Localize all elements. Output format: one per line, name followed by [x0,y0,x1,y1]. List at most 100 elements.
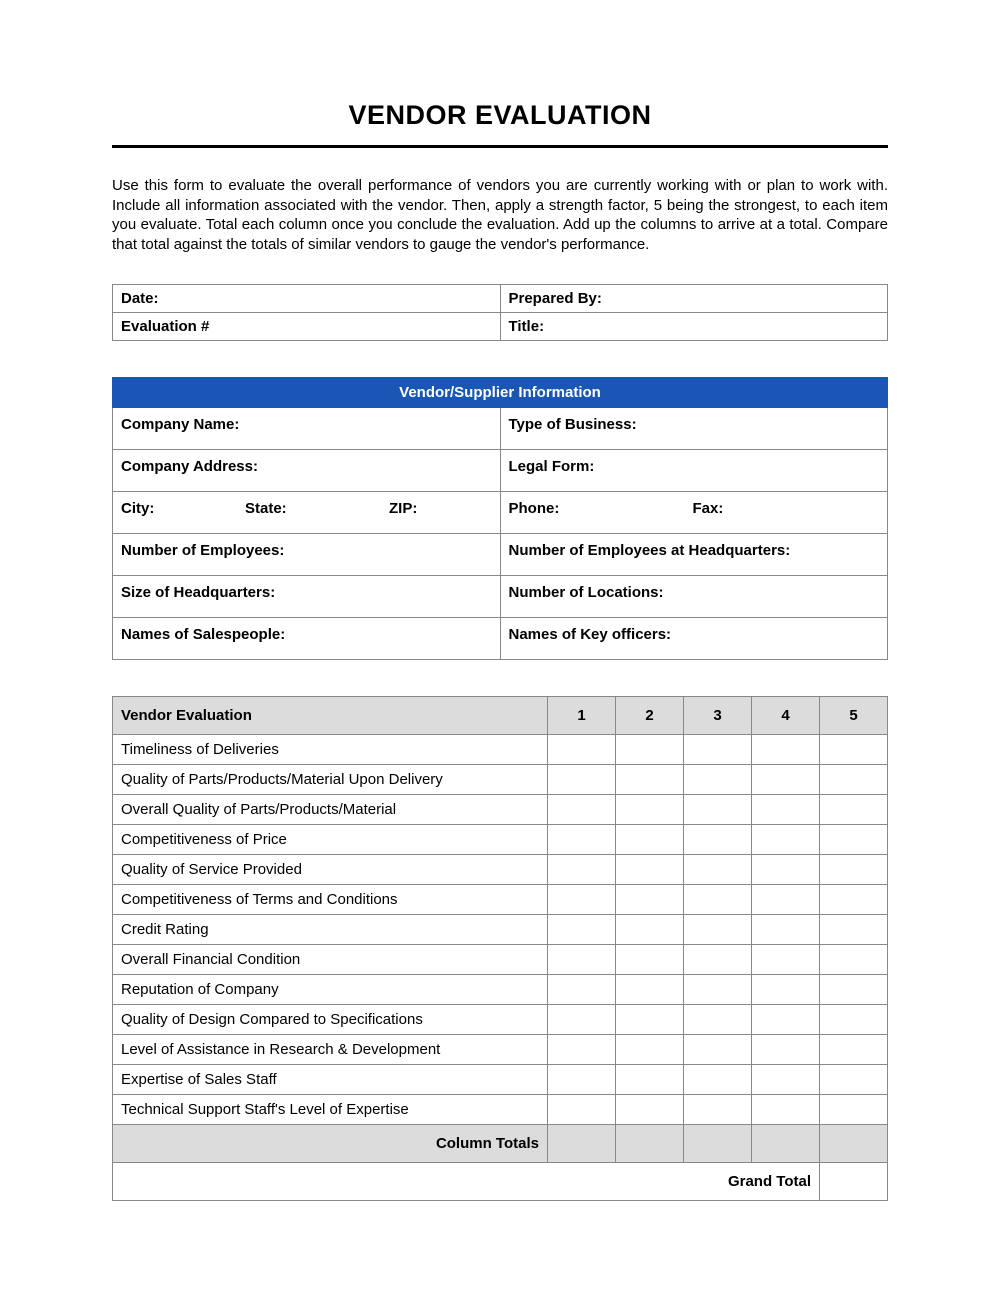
eval-score-cell[interactable] [684,735,752,765]
eval-score-cell[interactable] [548,945,616,975]
column-total-3[interactable] [684,1125,752,1163]
eval-score-cell[interactable] [820,915,888,945]
eval-score-cell[interactable] [820,855,888,885]
eval-score-cell[interactable] [820,735,888,765]
eval-score-cell[interactable] [752,855,820,885]
eval-col-1: 1 [548,697,616,735]
table-row: Level of Assistance in Research & Develo… [113,1035,888,1065]
eval-score-cell[interactable] [752,735,820,765]
eval-score-cell[interactable] [548,855,616,885]
city-field[interactable]: City: [121,500,221,517]
eval-score-cell[interactable] [684,915,752,945]
eval-score-cell[interactable] [616,885,684,915]
num-employees-field[interactable]: Number of Employees: [113,534,501,576]
eval-score-cell[interactable] [752,1005,820,1035]
column-total-4[interactable] [752,1125,820,1163]
column-total-1[interactable] [548,1125,616,1163]
num-locations-field[interactable]: Number of Locations: [500,576,888,618]
eval-score-cell[interactable] [548,975,616,1005]
eval-criterion: Reputation of Company [113,975,548,1005]
eval-score-cell[interactable] [684,1005,752,1035]
eval-score-cell[interactable] [684,1095,752,1125]
eval-score-cell[interactable] [752,1035,820,1065]
eval-score-cell[interactable] [616,1005,684,1035]
eval-score-cell[interactable] [616,735,684,765]
eval-score-cell[interactable] [548,1095,616,1125]
eval-score-cell[interactable] [684,1065,752,1095]
eval-score-cell[interactable] [820,825,888,855]
legal-form-field[interactable]: Legal Form: [500,450,888,492]
eval-score-cell[interactable] [616,915,684,945]
eval-score-cell[interactable] [684,975,752,1005]
eval-score-cell[interactable] [684,855,752,885]
eval-score-cell[interactable] [820,1035,888,1065]
eval-score-cell[interactable] [616,1035,684,1065]
evaluation-number-field[interactable]: Evaluation # [113,313,501,341]
eval-score-cell[interactable] [752,975,820,1005]
eval-col-4: 4 [752,697,820,735]
eval-score-cell[interactable] [820,1065,888,1095]
eval-score-cell[interactable] [548,795,616,825]
eval-score-cell[interactable] [820,765,888,795]
eval-score-cell[interactable] [752,825,820,855]
num-employees-hq-field[interactable]: Number of Employees at Headquarters: [500,534,888,576]
eval-score-cell[interactable] [752,885,820,915]
eval-score-cell[interactable] [820,1005,888,1035]
eval-score-cell[interactable] [684,885,752,915]
eval-score-cell[interactable] [752,1065,820,1095]
phone-field[interactable]: Phone: [509,500,669,517]
eval-score-cell[interactable] [820,795,888,825]
salespeople-field[interactable]: Names of Salespeople: [113,618,501,660]
eval-score-cell[interactable] [752,915,820,945]
eval-score-cell[interactable] [752,945,820,975]
table-row: Quality of Service Provided [113,855,888,885]
eval-score-cell[interactable] [684,795,752,825]
size-hq-field[interactable]: Size of Headquarters: [113,576,501,618]
eval-score-cell[interactable] [616,945,684,975]
eval-score-cell[interactable] [548,1005,616,1035]
fax-field[interactable]: Fax: [693,500,724,517]
prepared-by-field[interactable]: Prepared By: [500,285,888,313]
state-field[interactable]: State: [245,500,365,517]
eval-score-cell[interactable] [684,945,752,975]
table-row: Competitiveness of Price [113,825,888,855]
eval-score-cell[interactable] [616,1065,684,1095]
column-total-2[interactable] [616,1125,684,1163]
eval-score-cell[interactable] [616,825,684,855]
grand-total-value[interactable] [820,1163,888,1201]
eval-score-cell[interactable] [752,765,820,795]
eval-score-cell[interactable] [616,855,684,885]
eval-score-cell[interactable] [548,885,616,915]
date-field[interactable]: Date: [113,285,501,313]
eval-score-cell[interactable] [548,735,616,765]
eval-score-cell[interactable] [548,915,616,945]
eval-score-cell[interactable] [548,825,616,855]
eval-score-cell[interactable] [684,765,752,795]
eval-score-cell[interactable] [820,975,888,1005]
table-row: Reputation of Company [113,975,888,1005]
table-row: Overall Quality of Parts/Products/Materi… [113,795,888,825]
eval-score-cell[interactable] [752,795,820,825]
intro-paragraph: Use this form to evaluate the overall pe… [112,176,888,254]
table-row: Quality of Design Compared to Specificat… [113,1005,888,1035]
eval-score-cell[interactable] [616,1095,684,1125]
title-field[interactable]: Title: [500,313,888,341]
company-name-field[interactable]: Company Name: [113,408,501,450]
eval-score-cell[interactable] [684,1035,752,1065]
eval-score-cell[interactable] [820,945,888,975]
eval-score-cell[interactable] [548,1035,616,1065]
company-address-field[interactable]: Company Address: [113,450,501,492]
key-officers-field[interactable]: Names of Key officers: [500,618,888,660]
eval-score-cell[interactable] [820,885,888,915]
eval-score-cell[interactable] [548,1065,616,1095]
eval-score-cell[interactable] [548,765,616,795]
type-of-business-field[interactable]: Type of Business: [500,408,888,450]
eval-score-cell[interactable] [616,765,684,795]
eval-score-cell[interactable] [820,1095,888,1125]
eval-score-cell[interactable] [616,975,684,1005]
column-total-5[interactable] [820,1125,888,1163]
eval-score-cell[interactable] [684,825,752,855]
zip-field[interactable]: ZIP: [389,500,417,517]
eval-score-cell[interactable] [616,795,684,825]
eval-score-cell[interactable] [752,1095,820,1125]
